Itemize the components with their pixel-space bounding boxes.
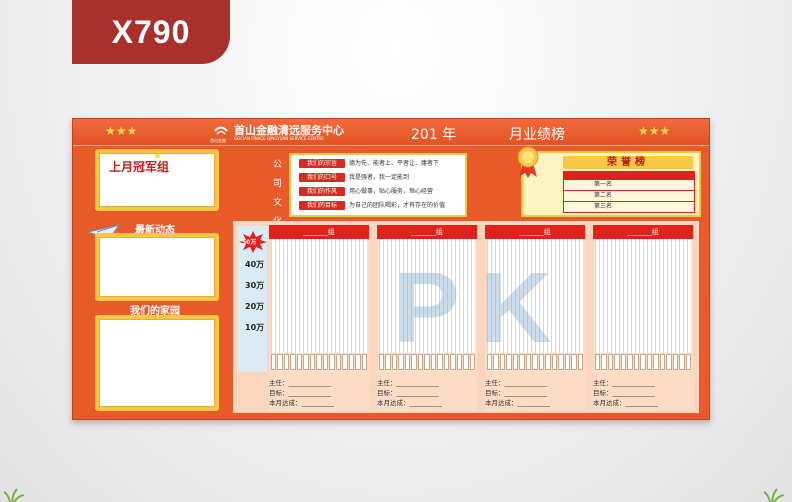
group-column: _______组 主任：_____________ 目标：___________… [593,225,693,411]
achieved-label: 本月达成： [377,399,410,407]
progress-grid [379,239,475,353]
leader-label: 主任： [485,379,505,387]
group-column: _______组 主任：_____________ 目标：___________… [269,225,369,411]
target-field: 目标：_____________ [269,389,331,397]
y-label-20: 20万 [245,302,265,311]
day-cells [487,354,584,370]
culture-side-label: 公 司 文 化 [273,157,285,227]
progress-grid [487,239,583,353]
group-header: _______组 [593,225,693,239]
leader-field: 主任：_____________ [377,379,439,387]
home-panel [95,315,219,411]
honor-title: 荣誉榜 [563,156,693,169]
group-header: _______组 [269,225,369,239]
group-footer: 主任：_____________ 目标：_____________ 本月达成：_… [377,371,477,407]
honor-row-2: 第二名 [564,191,694,202]
achieved-field: 本月达成：__________ [593,399,658,407]
group-footer: 主任：_____________ 目标：_____________ 本月达成：_… [593,371,693,407]
company-logo-icon [214,126,228,135]
leader-label: 主任： [269,379,289,387]
progress-grid [595,239,691,353]
culture-text: 我是强者，我一定能到 [349,174,410,181]
header-bar: ★★★ 首山金融 首山金融清远服务中心 GOCIAN FINACE QINGYU… [73,119,709,145]
header-divider [73,145,709,146]
performance-board: ★★★ 首山金融 首山金融清远服务中心 GOCIAN FINACE QINGYU… [72,118,710,420]
target-label: 目标： [377,389,397,397]
honor-panel: 荣誉榜 第一名 第二名 第三名 [517,146,701,217]
badge-text: X790 [111,13,191,50]
group-footer: 主任：_____________ 目标：_____________ 本月达成：_… [485,371,585,407]
medal-icon [517,146,539,178]
plant-left-icon [4,488,25,502]
leader-label: 主任： [377,379,397,387]
culture-char: 司 [273,179,283,189]
group-column: _______组 主任：_____________ 目标：___________… [377,225,477,411]
model-badge: X790 [72,0,230,64]
culture-text: 为自己的团队喝彩，才有存在的价值 [349,202,446,209]
day-cells [271,354,368,370]
day-cells [595,354,692,370]
year-text: 201 年 [411,127,457,143]
honor-table: 第一名 第二名 第三名 [563,171,695,213]
target-field: 目标：_____________ [485,389,547,397]
leader-field: 主任：_____________ [485,379,547,387]
burst-label: 50万 [242,239,257,246]
achieved-label: 本月达成： [269,399,302,407]
culture-panel: 我们的宗旨 我们的口号 我们的作风 我们的目标 德为先、能者上、平者让、庸者下 … [289,153,467,217]
target-field: 目标：_____________ [593,389,655,397]
stars-left: ★★★ [105,124,138,138]
culture-char: 公 [273,160,283,170]
target-label: 目标： [593,389,613,397]
group-suffix: 组 [651,228,659,236]
day-cells [379,354,476,370]
culture-text: 用心做事，贴心服务，恒心经营 [349,188,434,195]
target-label: 目标： [269,389,289,397]
group-suffix: 组 [327,228,335,236]
y-label-30: 30万 [245,281,265,290]
group-column: _______组 主任：_____________ 目标：___________… [485,225,585,411]
news-panel [95,233,219,301]
group-suffix: 组 [435,228,443,236]
company-name-en: GOCIAN FINACE QINGYUAN SERVICE CENTRE [234,136,324,141]
honor-row-3: 第三名 [594,203,613,210]
culture-tag: 我们的口号 [299,173,345,182]
leader-field: 主任：_____________ [593,379,655,387]
leader-label: 主任： [593,379,613,387]
leader-field: 主任：_____________ [269,379,331,387]
target-label: 目标： [485,389,505,397]
group-suffix: 组 [543,228,551,236]
logo-caption: 首山金融 [210,138,226,143]
target-field: 目标：_____________ [377,389,439,397]
achieved-label: 本月达成： [593,399,626,407]
crown-icon: ♛ [153,150,162,161]
achieved-label: 本月达成： [485,399,518,407]
group-footer: 主任：_____________ 目标：_____________ 本月达成：_… [269,371,369,407]
culture-char: 文 [273,198,283,208]
champion-panel: 上月冠军组 ♛ [95,149,219,211]
culture-texts: 德为先、能者上、平者让、庸者下 我是强者，我一定能到 用心做事，贴心服务，恒心经… [349,159,445,210]
achieved-field: 本月达成：__________ [269,399,334,407]
progress-grid [271,239,367,353]
culture-tag: 我们的作风 [299,187,345,196]
culture-tag: 我们的目标 [299,201,345,210]
culture-tags: 我们的宗旨 我们的口号 我们的作风 我们的目标 [299,159,345,210]
pk-area: 50万 40万 30万 20万 10万 _______组 主任：________… [233,221,699,413]
achieved-field: 本月达成：__________ [377,399,442,407]
y-label-10: 10万 [245,323,265,332]
culture-text: 德为先、能者上、平者让、庸者下 [349,160,440,167]
honor-row-1: 第一名 [564,180,694,191]
y-label-40: 40万 [245,260,265,269]
group-header: _______组 [377,225,477,239]
culture-tag: 我们的宗旨 [299,159,345,168]
stars-right: ★★★ [638,124,671,138]
group-header: _______组 [485,225,585,239]
honor-table-head [564,172,694,180]
group-columns: _______组 主任：_____________ 目标：___________… [269,221,695,413]
achieved-field: 本月达成：__________ [485,399,550,407]
board-title: 月业绩榜 [509,127,565,143]
plant-right-icon [764,488,785,502]
